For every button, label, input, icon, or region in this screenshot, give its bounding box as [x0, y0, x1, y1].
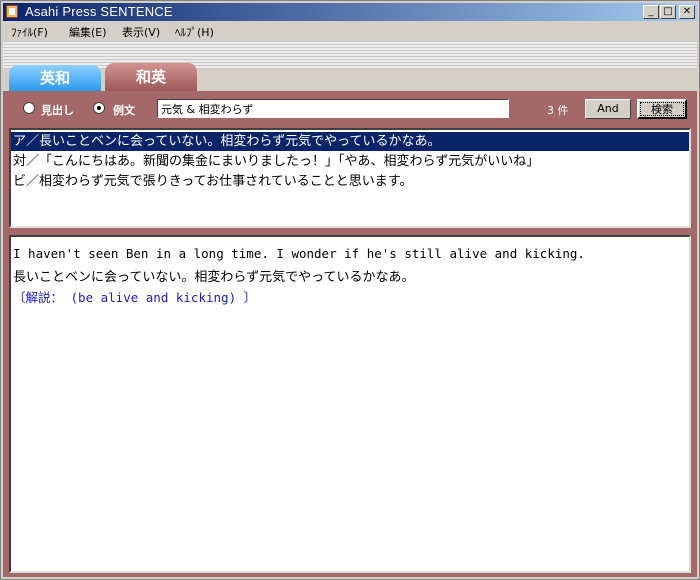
- search-input[interactable]: [157, 99, 509, 118]
- result-count: 3 件: [547, 104, 569, 117]
- search-button[interactable]: 検索: [637, 99, 687, 119]
- menu-bar: ﾌｧｲﾙ(F) 編集(E) 表示(V) ﾍﾙﾌﾟ(H): [3, 22, 697, 40]
- result-row[interactable]: ビ／相変わらず元気で張りきってお仕事されていることと思います。: [11, 172, 689, 191]
- menu-view[interactable]: 表示(V): [122, 24, 160, 40]
- menu-help[interactable]: ﾍﾙﾌﾟ(H): [175, 24, 214, 40]
- result-row[interactable]: 対／「こんにちはあ。新聞の集金にまいりましたっ！」「やあ、相変わらず元気がいいね…: [11, 152, 689, 171]
- maximize-button[interactable]: □: [660, 5, 676, 19]
- window-title: Asahi Press SENTENCE: [25, 4, 173, 19]
- close-button[interactable]: ✕: [679, 5, 695, 19]
- result-row[interactable]: ア／長いことベンに会っていない。相変わらず元気でやっているかなあ。: [11, 132, 689, 151]
- main-window: Asahi Press SENTENCE _ □ ✕ ﾌｧｲﾙ(F) 編集(E)…: [0, 0, 700, 580]
- detail-pane[interactable]: I haven't seen Ben in a long time. I won…: [9, 235, 691, 573]
- radio-headword-label: 見出し: [41, 104, 74, 117]
- detail-japanese: 長いことベンに会っていない。相変わらず元気でやっているかなあ。: [13, 270, 415, 285]
- title-bar[interactable]: Asahi Press SENTENCE _ □ ✕: [3, 3, 697, 21]
- menu-edit[interactable]: 編集(E): [69, 24, 107, 40]
- tab-waei[interactable]: 和英: [105, 63, 197, 91]
- tab-eiwa[interactable]: 英和: [9, 65, 101, 91]
- detail-note: 〔解説： (be alive and kicking) 〕: [13, 290, 257, 305]
- radio-example-label: 例文: [113, 104, 135, 117]
- minimize-button[interactable]: _: [643, 5, 659, 19]
- results-list[interactable]: ア／長いことベンに会っていない。相変わらず元気でやっているかなあ。 対／「こんに…: [9, 128, 691, 228]
- detail-english: I haven't seen Ben in a long time. I won…: [13, 246, 585, 261]
- and-button[interactable]: And: [585, 99, 631, 119]
- radio-example[interactable]: [93, 102, 105, 114]
- menu-file[interactable]: ﾌｧｲﾙ(F): [11, 24, 48, 40]
- app-icon: [6, 5, 18, 18]
- radio-headword[interactable]: [23, 102, 35, 114]
